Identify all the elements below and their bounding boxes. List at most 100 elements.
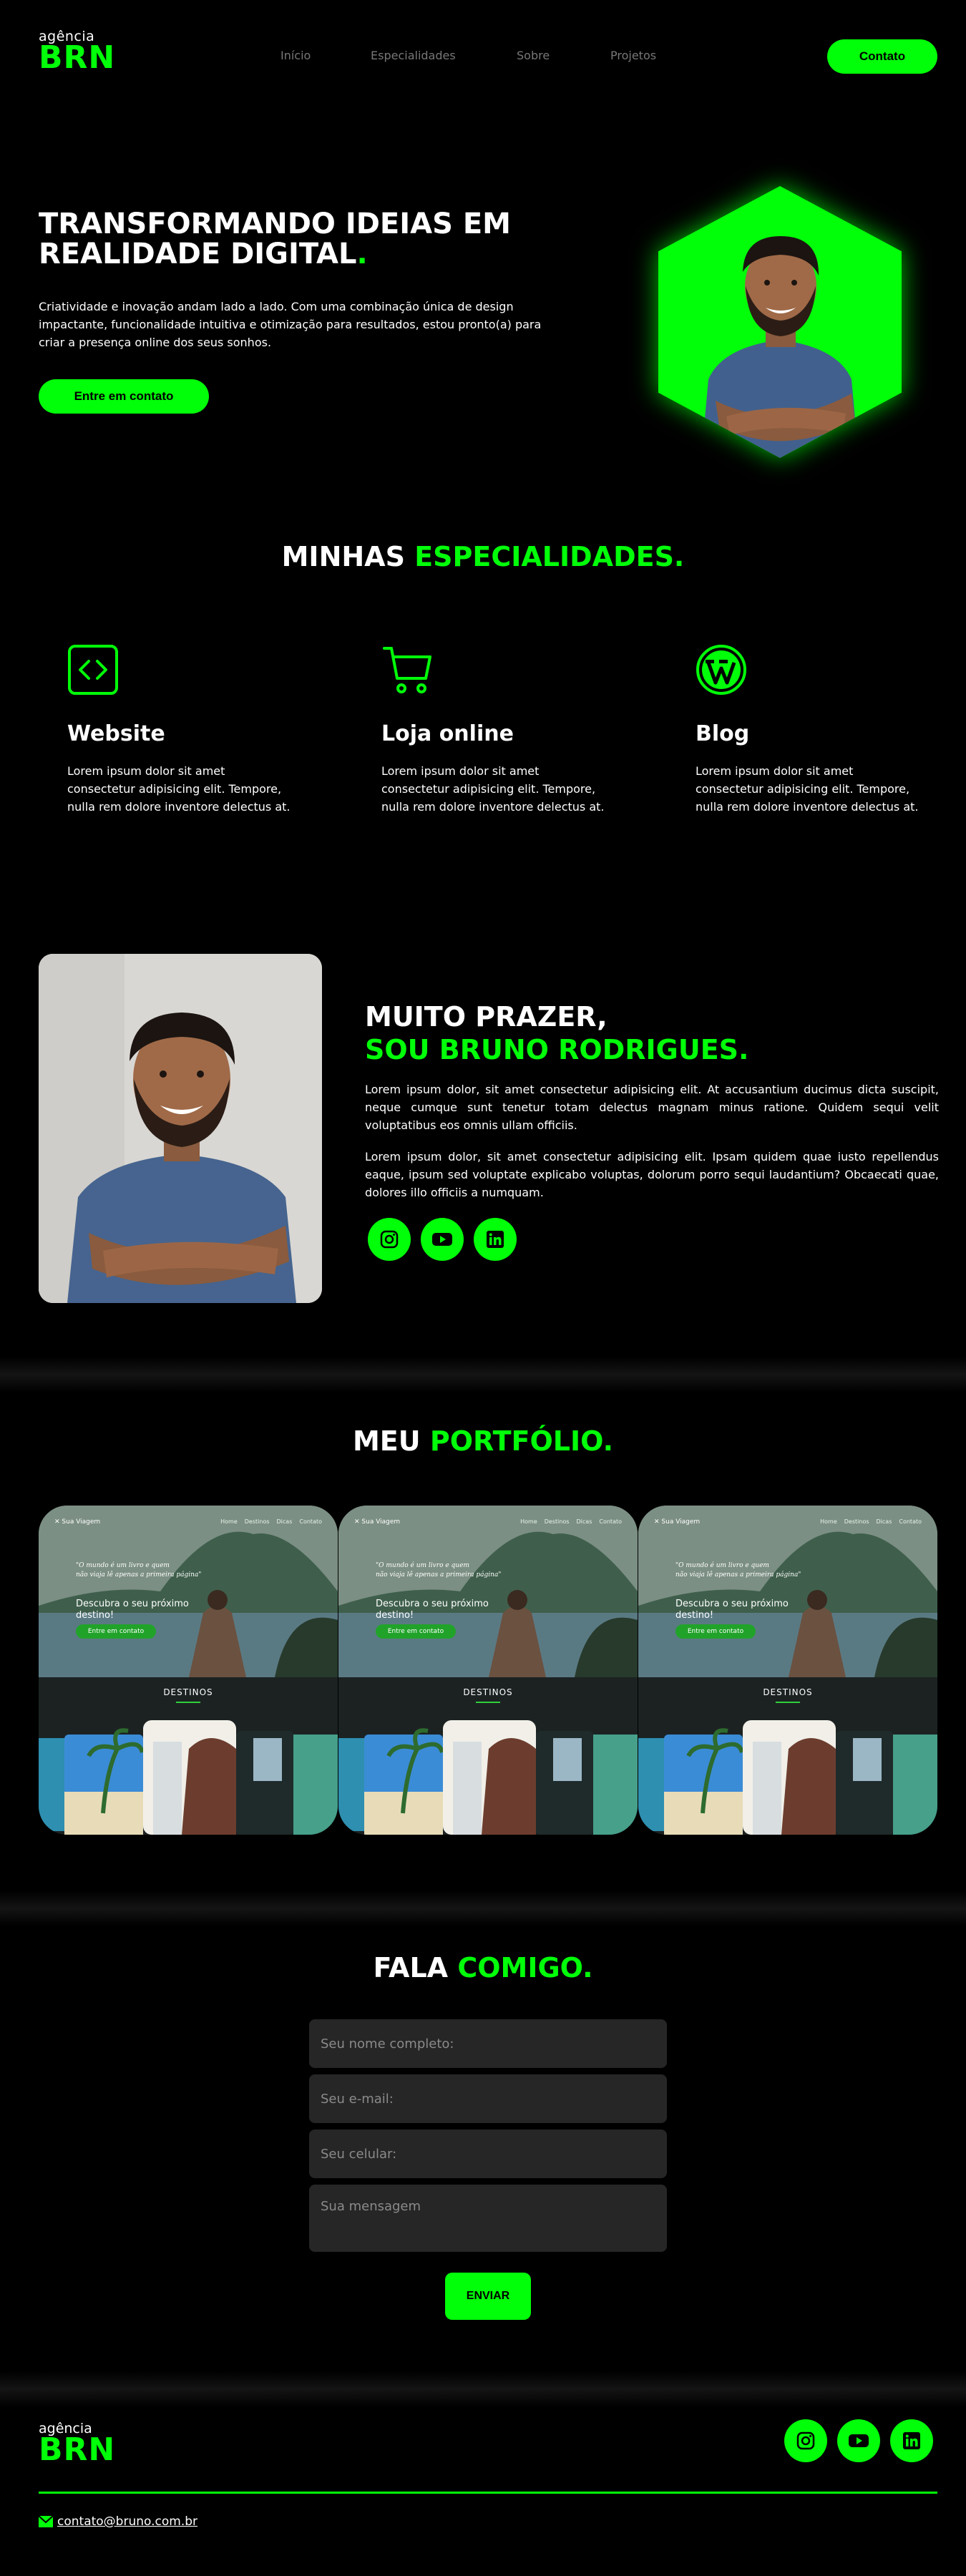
portfolio-card-destinos: DESTINOS — [638, 1677, 937, 1835]
hero-contact-button[interactable]: Entre em contato — [39, 379, 209, 414]
main-nav: Início Especialidades Sobre Projetos — [0, 49, 966, 66]
portfolio-title: MEU PORTFÓLIO. — [0, 1425, 966, 1457]
header: agência BRN Início Especialidades Sobre … — [0, 0, 966, 114]
destinations-gallery — [39, 1720, 338, 1835]
specialty-card-loja-online: Loja online Lorem ipsum dolor sit amet c… — [381, 644, 610, 816]
nav-item-inicio[interactable]: Início — [280, 49, 311, 62]
specialty-name: Website — [67, 721, 165, 746]
portfolio-card-destinos: DESTINOS — [338, 1677, 638, 1835]
name-field[interactable] — [309, 2019, 667, 2068]
nav-item-especialidades[interactable]: Especialidades — [371, 49, 456, 62]
specialty-card-website: Website Lorem ipsum dolor sit amet conse… — [67, 644, 296, 816]
code-icon — [68, 645, 118, 695]
hero-hexagon — [658, 186, 902, 458]
about-photo — [39, 954, 322, 1303]
portfolio-card-destinos: DESTINOS — [39, 1677, 338, 1835]
portfolio-site-menu: Home Destinos Dicas Contato — [820, 1518, 922, 1525]
linkedin-icon — [487, 1231, 504, 1248]
about-title-line1: MUITO PRAZER, — [365, 1001, 608, 1033]
portfolio-title-white: MEU — [352, 1425, 421, 1457]
specialty-card-blog: Blog Lorem ipsum dolor sit amet consecte… — [696, 644, 924, 816]
hero-person-illustration — [701, 236, 859, 458]
section-divider — [0, 1357, 966, 1392]
email-field[interactable] — [309, 2074, 667, 2123]
specialty-name: Loja online — [381, 721, 514, 746]
about-title: MUITO PRAZER, SOU BRUNO RODRIGUES. — [365, 1000, 749, 1066]
phone-field[interactable] — [309, 2129, 667, 2178]
portfolio-cta: Entre em contato — [675, 1624, 756, 1639]
about-paragraph-1: Lorem ipsum dolor, sit amet consectetur … — [365, 1083, 939, 1132]
portfolio-headline: Descubra o seu próximo destino! — [76, 1599, 189, 1621]
landscape-illustration — [39, 1506, 338, 1677]
portfolio-section-title: DESTINOS — [163, 1687, 213, 1697]
hero-title: TRANSFORMANDO IDEIAS EM REALIDADE DIGITA… — [39, 209, 554, 269]
landscape-illustration — [638, 1506, 937, 1677]
footer-youtube-link[interactable] — [837, 2419, 880, 2462]
portfolio-quote: "O mundo é um livro e quem não viaja lê a… — [376, 1562, 502, 1579]
message-field[interactable] — [309, 2185, 667, 2252]
specialty-name: Blog — [696, 721, 750, 746]
youtube-icon — [432, 1233, 452, 1246]
portfolio-card[interactable]: ✕ Sua Viagem Home Destinos Dicas Contato "O… — [338, 1506, 638, 1835]
footer-logo-big: BRN — [39, 2431, 116, 2468]
footer-email: contato@bruno.com.br — [39, 2514, 197, 2529]
portfolio-cta: Entre em contato — [76, 1624, 156, 1639]
specialty-text: Lorem ipsum dolor sit amet consectetur a… — [696, 764, 919, 814]
hero-title-line2: REALIDADE DIGITAL — [39, 238, 357, 270]
portfolio-card-hero: ✕ Sua Viagem Home Destinos Dicas Contato "O… — [39, 1506, 338, 1677]
portfolio-site-name: ✕ Sua Viagem — [54, 1518, 101, 1526]
portfolio-headline: Descubra o seu próximo destino! — [675, 1599, 789, 1621]
portfolio-card[interactable]: ✕ Sua Viagem Home Destinos Dicas Contato "O… — [39, 1506, 338, 1835]
portfolio-section-underline — [776, 1702, 800, 1703]
nav-item-projetos[interactable]: Projetos — [610, 49, 656, 62]
nav-item-sobre[interactable]: Sobre — [517, 49, 550, 62]
hero-text: Criatividade e inovação andam lado a lad… — [39, 300, 542, 349]
specialty-text: Lorem ipsum dolor sit amet consectetur a… — [67, 764, 291, 814]
hero-portrait — [644, 172, 916, 472]
about-paragraph-2: Lorem ipsum dolor, sit amet consectetur … — [365, 1150, 939, 1199]
landscape-illustration — [338, 1506, 638, 1677]
portfolio-card[interactable]: ✕ Sua Viagem Home Destinos Dicas Contato "O… — [638, 1506, 937, 1835]
contact-title: FALA COMIGO. — [0, 1952, 966, 1984]
section-divider — [0, 2371, 966, 2407]
portfolio-cta: Entre em contato — [376, 1624, 456, 1639]
portfolio-headline: Descubra o seu próximo destino! — [376, 1599, 489, 1621]
youtube-icon — [849, 2434, 869, 2447]
portfolio-title-green: PORTFÓLIO. — [429, 1425, 614, 1457]
portfolio-card-hero: ✕ Sua Viagem Home Destinos Dicas Contato "O… — [338, 1506, 638, 1677]
footer-email-link[interactable]: contato@bruno.com.br — [57, 2514, 197, 2529]
portfolio-card-hero: ✕ Sua Viagem Home Destinos Dicas Contato "O… — [638, 1506, 937, 1677]
send-button[interactable]: ENVIAR — [445, 2273, 531, 2320]
portfolio-section-title: DESTINOS — [763, 1687, 813, 1697]
portfolio-site-menu: Home Destinos Dicas Contato — [520, 1518, 622, 1525]
envelope-icon — [39, 2516, 53, 2527]
footer-logo[interactable]: agência BRN — [39, 2422, 115, 2466]
instagram-icon — [380, 1230, 399, 1249]
portfolio-quote: "O mundo é um livro e quem não viaja lê a… — [76, 1562, 202, 1579]
footer-divider — [39, 2492, 937, 2494]
contact-title-white: FALA — [373, 1952, 449, 1984]
wordpress-icon — [696, 645, 746, 695]
footer-instagram-link[interactable] — [784, 2419, 827, 2462]
cart-icon — [383, 647, 431, 693]
linkedin-link[interactable] — [474, 1218, 517, 1261]
portfolio-site-name: ✕ Sua Viagem — [354, 1518, 401, 1526]
specialties-title: MINHAS ESPECIALIDADES. — [0, 541, 966, 572]
section-divider — [0, 1890, 966, 1926]
portfolio-section-underline — [176, 1702, 200, 1703]
contact-title-green: COMIGO. — [457, 1952, 593, 1984]
destinations-gallery — [638, 1720, 937, 1835]
hero-title-line1: TRANSFORMANDO IDEIAS EM — [39, 208, 511, 240]
portfolio-section-title: DESTINOS — [463, 1687, 513, 1697]
instagram-link[interactable] — [368, 1218, 411, 1261]
portfolio-section-underline — [476, 1702, 500, 1703]
destinations-gallery — [338, 1720, 638, 1835]
footer-linkedin-link[interactable] — [890, 2419, 933, 2462]
portfolio-site-name: ✕ Sua Viagem — [654, 1518, 701, 1526]
linkedin-icon — [903, 2432, 920, 2449]
portfolio-site-menu: Home Destinos Dicas Contato — [220, 1518, 322, 1525]
youtube-link[interactable] — [421, 1218, 464, 1261]
specialties-title-green: ESPECIALIDADES. — [414, 541, 685, 572]
contato-button[interactable]: Contato — [827, 39, 937, 74]
portfolio-quote: "O mundo é um livro e quem não viaja lê a… — [675, 1562, 801, 1579]
